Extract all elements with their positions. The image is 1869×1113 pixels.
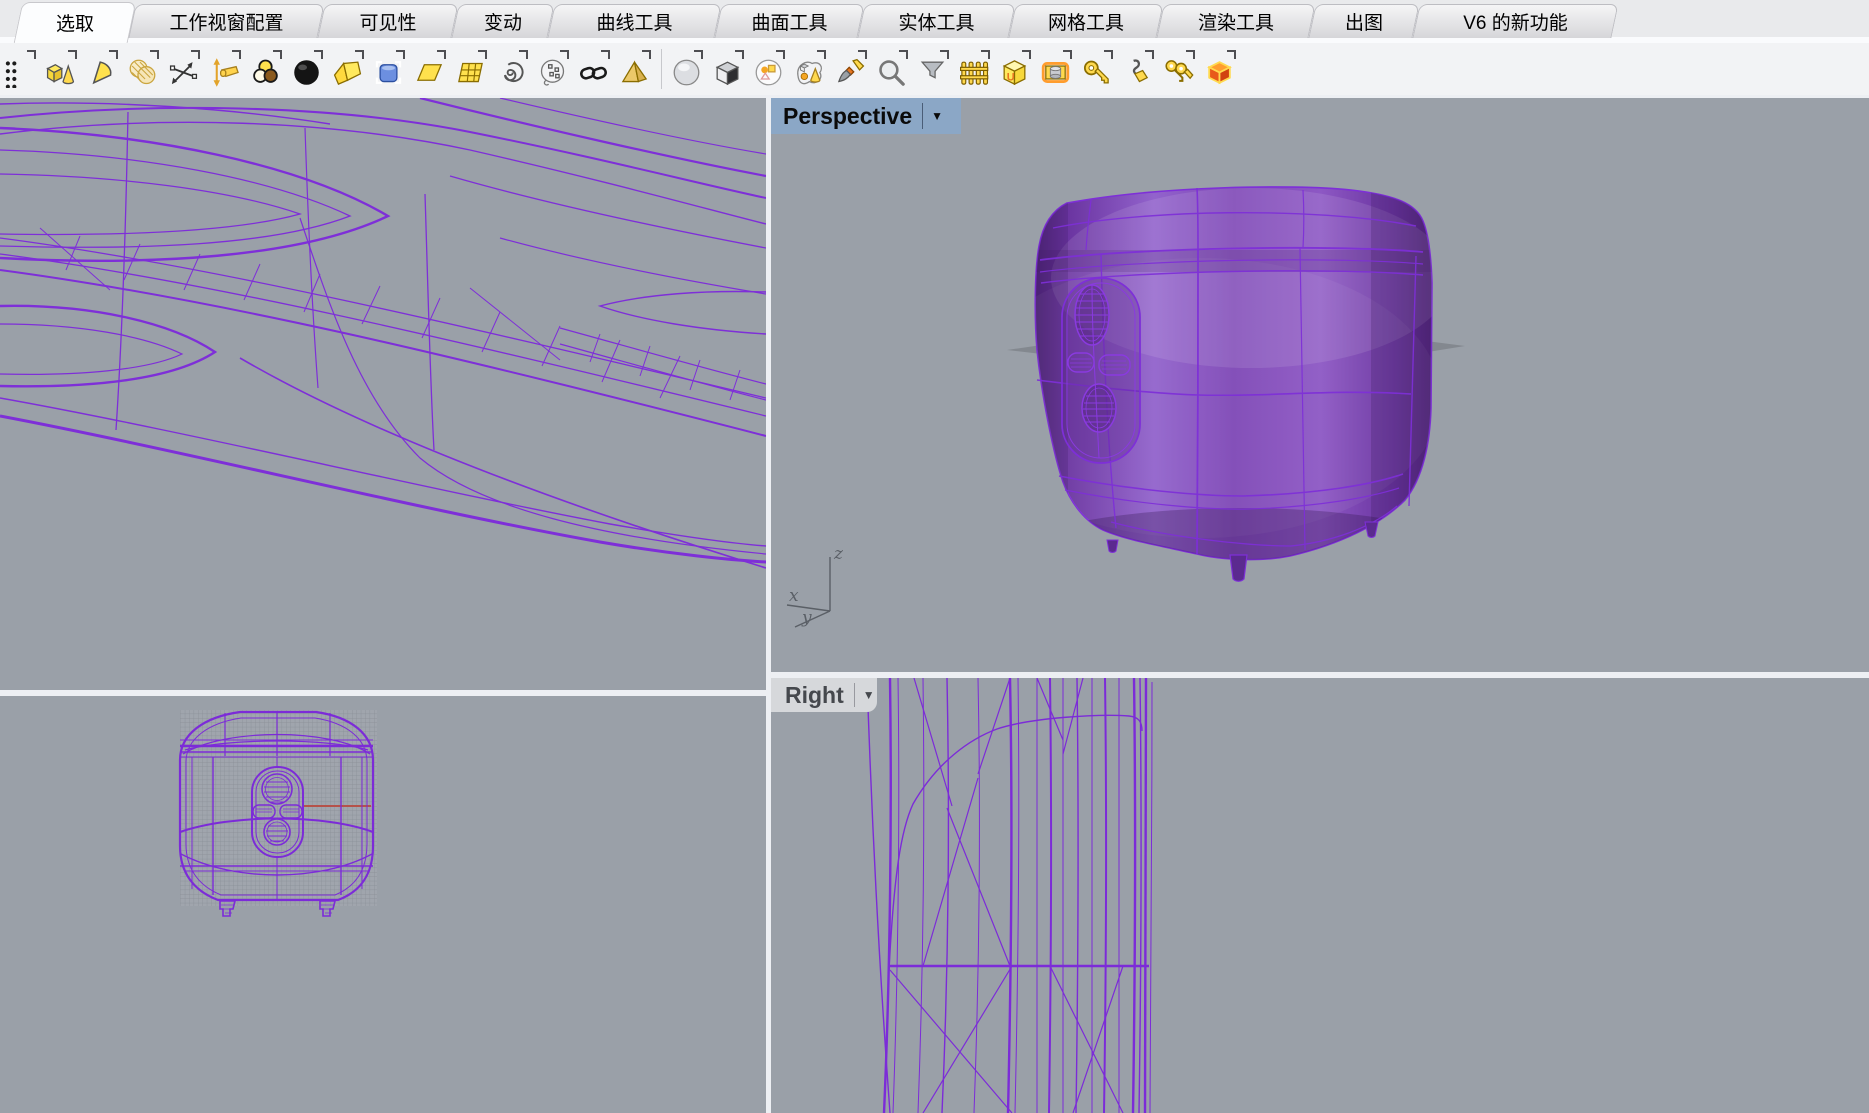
wireframe-curves-graphic	[0, 98, 766, 690]
selection-points-icon[interactable]	[2, 47, 36, 91]
fence-select-icon[interactable]	[956, 47, 990, 91]
select-solids-icon[interactable]	[43, 47, 77, 91]
black-sphere-icon[interactable]	[289, 47, 323, 91]
spiral-curve-icon[interactable]	[494, 47, 528, 91]
box-select-blue-icon[interactable]	[371, 47, 405, 91]
svg-text:U: U	[1006, 71, 1014, 83]
select-wedge-icon[interactable]	[84, 47, 118, 91]
tab-viewport-config[interactable]: 工作视窗配置	[132, 4, 321, 38]
perspective-model-graphic: z x y	[771, 98, 1869, 672]
scatter-points-icon[interactable]	[535, 47, 569, 91]
magnifier-icon[interactable]	[874, 47, 908, 91]
object-blob-icon[interactable]	[792, 47, 826, 91]
label-separator	[854, 683, 855, 707]
viewport-front[interactable]	[0, 696, 766, 1113]
axis-x-label: x	[789, 586, 799, 606]
main-toolbar: U	[0, 43, 1869, 95]
viewport-top-left[interactable]	[0, 98, 766, 690]
box-highlight-icon[interactable]	[1038, 47, 1072, 91]
drag-scale-hand-icon[interactable]	[207, 47, 241, 91]
viewport-title-right[interactable]: Right ▼	[771, 678, 877, 712]
tab-surface-tools[interactable]: 曲面工具	[718, 4, 861, 38]
shape-filter-icon[interactable]	[751, 47, 785, 91]
grid-surface-icon[interactable]	[453, 47, 487, 91]
u-box-icon[interactable]: U	[997, 47, 1031, 91]
hook-tag-icon[interactable]	[1120, 47, 1154, 91]
key-pair-icon[interactable]	[1161, 47, 1195, 91]
toolbar-tab-bar: 选取 工作视窗配置 可见性 变动 曲线工具 曲面工具 实体工具 网格工具 渲染工…	[0, 0, 1869, 43]
tab-v6-new-features[interactable]: V6 的新功能	[1416, 4, 1615, 38]
tab-mesh-tools[interactable]: 网格工具	[1012, 4, 1160, 38]
chain-links-icon[interactable]	[576, 47, 610, 91]
viewport-title-text: Right	[785, 682, 844, 709]
tab-select[interactable]: 选取	[18, 2, 132, 43]
viewport-title-text: Perspective	[783, 103, 912, 130]
viewport-perspective[interactable]: Perspective ▼	[771, 98, 1869, 672]
pyramid-icon[interactable]	[617, 47, 651, 91]
key-icon[interactable]	[1079, 47, 1113, 91]
viewport-area: Perspective ▼	[0, 95, 1869, 1113]
tab-render-tools[interactable]: 渲染工具	[1160, 4, 1312, 38]
viewport-menu-arrow-icon[interactable]: ▼	[863, 688, 875, 702]
front-wireframe-graphic	[0, 696, 766, 1113]
red-box-icon[interactable]	[1202, 47, 1236, 91]
shaded-cube-icon[interactable]	[710, 47, 744, 91]
viewport-right[interactable]: Right ▼	[771, 678, 1869, 1113]
select-hatch-icon[interactable]	[125, 47, 159, 91]
fold-surface-icon[interactable]	[330, 47, 364, 91]
move-arrows-icon[interactable]	[166, 47, 200, 91]
tab-drafting[interactable]: 出图	[1312, 4, 1416, 38]
axis-y-label: y	[801, 608, 812, 628]
color-circles-icon[interactable]	[248, 47, 282, 91]
viewport-menu-arrow-icon[interactable]: ▼	[931, 109, 943, 123]
filter-funnel-icon[interactable]	[915, 47, 949, 91]
paintbrush-icon[interactable]	[833, 47, 867, 91]
tab-solid-tools[interactable]: 实体工具	[861, 4, 1012, 38]
axis-z-label: z	[833, 544, 844, 564]
gray-sphere-icon[interactable]	[669, 47, 703, 91]
rhino-window: 选取 工作视窗配置 可见性 变动 曲线工具 曲面工具 实体工具 网格工具 渲染工…	[0, 0, 1869, 1113]
plane-surface-icon[interactable]	[412, 47, 446, 91]
toolbar-separator	[661, 49, 662, 89]
tab-transform[interactable]: 变动	[455, 4, 551, 38]
tab-visibility[interactable]: 可见性	[321, 4, 455, 38]
tab-curve-tools[interactable]: 曲线工具	[551, 4, 718, 38]
viewport-title-perspective[interactable]: Perspective ▼	[771, 98, 961, 134]
right-wireframe-graphic	[771, 678, 1869, 1113]
label-separator	[922, 103, 923, 128]
